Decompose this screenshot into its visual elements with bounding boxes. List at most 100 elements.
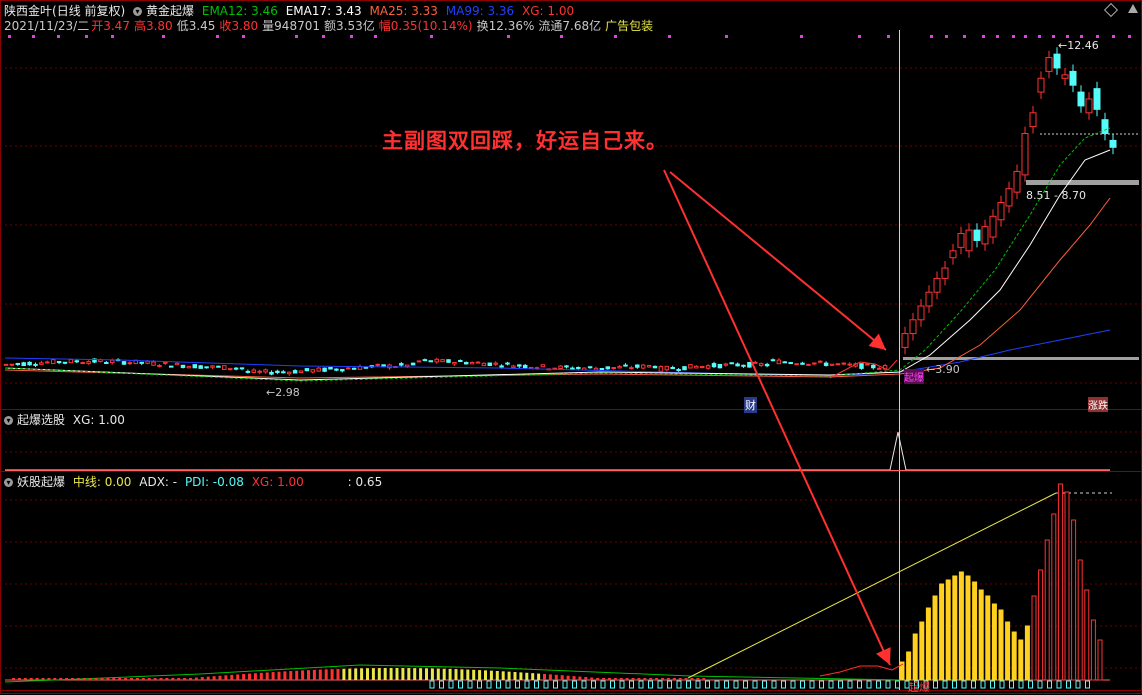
qibao-badge-main[interactable]: 起爆	[904, 369, 924, 384]
p3-smallbar-102	[613, 678, 617, 680]
p3-smallbar-26	[165, 678, 169, 680]
flat-candle-50	[298, 370, 304, 374]
rally-candle-2	[917, 305, 925, 321]
flat-candle-42	[251, 369, 257, 373]
flat-candle-33	[198, 365, 203, 369]
finance-marker[interactable]: 财	[744, 397, 757, 413]
p3-smallbar-110	[661, 678, 664, 680]
flat-candle-45	[269, 371, 274, 375]
p3-cyanbar-28	[695, 680, 701, 689]
p3-bigbar-24	[1057, 483, 1063, 681]
p3-smallbar-74	[448, 668, 452, 680]
p3-smallbar-66	[401, 668, 405, 680]
p3-bigbar-4	[925, 607, 931, 681]
flat-candle-138	[817, 360, 823, 363]
panel3-collapse-icon[interactable]: ▾	[4, 478, 13, 487]
p3-bigbar-8	[952, 575, 958, 681]
flat-candle-39	[233, 367, 239, 370]
p3-cyanbar-21	[629, 680, 634, 689]
flat-candle-104	[617, 366, 622, 369]
panel2-title[interactable]: 起爆选股	[17, 413, 65, 427]
p3-smallbar-10	[71, 678, 74, 680]
panel2-collapse-icon[interactable]: ▾	[4, 416, 13, 425]
rally-candle-6	[949, 250, 957, 259]
p3-smallbar-85	[513, 672, 517, 680]
p3-smallbar-42	[259, 672, 263, 680]
panel3-title[interactable]: 妖股起爆	[17, 475, 65, 489]
price-chart[interactable]	[0, 0, 1142, 694]
p3-cyanbar-14	[562, 680, 568, 689]
flat-candle-116	[688, 364, 693, 369]
flat-candle-71	[422, 359, 428, 362]
flat-candle-35	[210, 365, 215, 368]
flat-candle-105	[623, 364, 628, 367]
p3-bigbar-16	[1005, 621, 1011, 681]
flat-candle-110	[652, 365, 658, 369]
flat-candle-122	[723, 363, 729, 366]
p3-cyanbar-25	[667, 680, 672, 689]
p3-smallbar-97	[584, 677, 588, 680]
p3-smallbar-19	[124, 678, 128, 680]
p3-redcurve	[819, 663, 904, 677]
p3-smallbar-40	[248, 673, 251, 680]
top-marker-28	[1038, 35, 1041, 38]
flat-candle-14	[86, 361, 91, 364]
flat-candle-34	[204, 366, 209, 369]
p3-smallbar-117	[702, 678, 706, 680]
p3-bigbar-14	[991, 603, 997, 681]
p3-bigbar-19	[1024, 625, 1030, 681]
top-marker-7	[242, 35, 245, 38]
zhangdie-marker[interactable]: 涨跌	[1088, 397, 1108, 412]
flat-candle-55	[328, 366, 333, 370]
rally-candle-25	[1101, 119, 1109, 134]
p3-cyanbar-13	[553, 680, 558, 689]
p3-cyanbar-39	[800, 680, 805, 689]
rally-candle-26	[1109, 139, 1117, 148]
top-marker-17	[725, 35, 728, 38]
p3-smallbar-37	[230, 674, 234, 680]
arrow-main-shaft	[669, 171, 887, 351]
flat-candle-136	[806, 363, 811, 366]
flat-candle-31	[186, 365, 192, 369]
p3-bigbar-18	[1018, 639, 1024, 681]
p3-smallbar-56	[342, 668, 346, 680]
p3-cyanbar-69	[1085, 680, 1090, 689]
p3-cyanbar-63	[1028, 680, 1033, 689]
p3-smallbar-62	[377, 668, 381, 680]
ema12-line	[4, 149, 1111, 381]
flat-candle-86	[511, 365, 516, 368]
flat-candle-99	[587, 366, 593, 369]
top-marker-13	[507, 35, 510, 38]
p3-smallbar-4	[35, 678, 39, 680]
flat-candle-23	[139, 361, 144, 364]
rally-candle-4	[933, 277, 941, 293]
p3-smallbar-8	[59, 678, 63, 680]
top-marker-29	[1052, 35, 1055, 38]
p3-smallbar-113	[678, 678, 682, 680]
flat-candle-148	[876, 367, 882, 370]
p3-smallbar-70	[425, 668, 428, 680]
p3-smallbar-3	[29, 678, 33, 680]
flat-candle-130	[770, 359, 776, 362]
p3-cyanbar-33	[743, 680, 748, 689]
p3-cyanbar-9	[515, 680, 520, 689]
flat-candle-107	[635, 364, 640, 368]
p3-cyanbar-58	[980, 680, 986, 689]
qibao-badge-bottom[interactable]: 起爆	[908, 679, 930, 695]
flat-candle-145	[859, 363, 864, 369]
top-marker-26	[1012, 35, 1015, 38]
p3-smallbar-28	[177, 678, 181, 680]
flat-candle-114	[676, 369, 681, 372]
p3-smallbar-92	[554, 674, 558, 680]
top-marker-4	[111, 35, 114, 38]
p3-smallbar-43	[265, 672, 269, 680]
p3-bigbar-28	[1084, 589, 1090, 681]
flat-candle-21	[127, 362, 133, 365]
flat-candle-46	[275, 370, 280, 373]
p3-smallbar-16	[106, 678, 110, 680]
panel3-mid: 中线: 0.00	[72, 475, 132, 489]
flat-candle-12	[74, 360, 80, 363]
p3-smallbar-84	[507, 671, 511, 680]
p3-smallbar-17	[112, 678, 116, 680]
flat-candle-113	[670, 366, 675, 370]
